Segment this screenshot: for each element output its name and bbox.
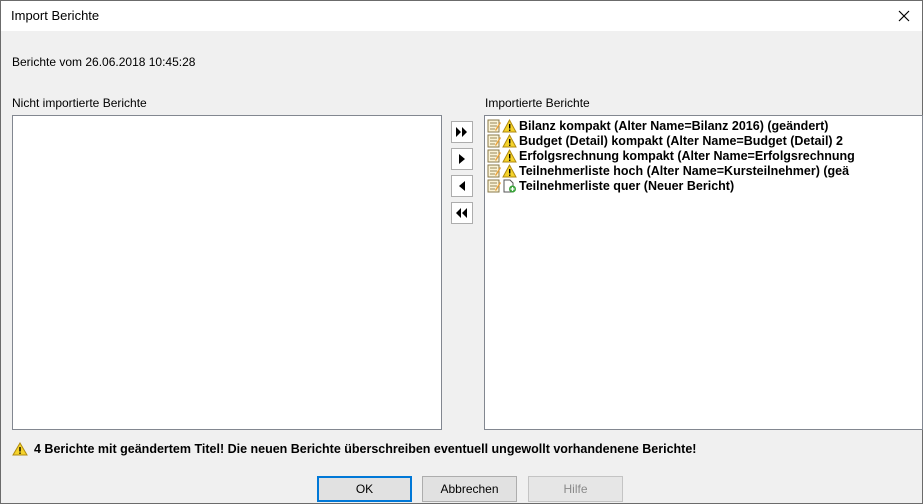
list-item-label: Erfolgsrechnung kompakt (Alter Name=Erfo… <box>519 148 855 163</box>
move-left-button[interactable] <box>451 175 473 197</box>
move-all-right-icon <box>456 127 467 137</box>
cancel-button[interactable]: Abbrechen <box>422 476 517 502</box>
import-dialog: Import Berichte Berichte vom 26.06.2018 … <box>0 0 923 504</box>
close-icon <box>898 10 910 22</box>
ok-button[interactable]: OK <box>317 476 412 502</box>
list-item[interactable]: Erfolgsrechnung kompakt (Alter Name=Erfo… <box>485 148 922 163</box>
warning-icon <box>502 133 517 147</box>
report-icon <box>487 119 501 132</box>
list-item[interactable]: Bilanz kompakt (Alter Name=Bilanz 2016) … <box>485 118 922 133</box>
list-item-label: Teilnehmerliste quer (Neuer Bericht) <box>519 178 735 193</box>
list-item-label: Teilnehmerliste hoch (Alter Name=Kurstei… <box>519 163 850 178</box>
report-icon <box>487 134 501 147</box>
move-left-icon <box>459 181 465 191</box>
title-bar: Import Berichte <box>1 1 922 31</box>
list-item-label: Budget (Detail) kompakt (Alter Name=Budg… <box>519 133 844 148</box>
warning-icon <box>502 148 517 162</box>
imported-label: Importierte Berichte <box>485 96 590 110</box>
report-icon <box>487 149 501 162</box>
warning-icon <box>12 442 28 456</box>
list-item[interactable]: Budget (Detail) kompakt (Alter Name=Budg… <box>485 133 922 148</box>
move-right-button[interactable] <box>451 148 473 170</box>
help-button[interactable]: Hilfe <box>528 476 623 502</box>
move-all-left-button[interactable] <box>451 202 473 224</box>
list-item[interactable]: Teilnehmerliste quer (Neuer Bericht) <box>485 178 922 193</box>
imported-list[interactable]: Bilanz kompakt (Alter Name=Bilanz 2016) … <box>484 115 923 430</box>
not-imported-label: Nicht importierte Berichte <box>12 96 147 110</box>
warning-text: 4 Berichte mit geändertem Titel! Die neu… <box>34 442 697 456</box>
move-all-left-icon <box>456 208 467 218</box>
move-all-right-button[interactable] <box>451 121 473 143</box>
report-icon <box>487 179 501 192</box>
close-button[interactable] <box>886 1 922 31</box>
warning-message: 4 Berichte mit geändertem Titel! Die neu… <box>12 442 696 456</box>
report-date-label: Berichte vom 26.06.2018 10:45:28 <box>12 55 196 69</box>
not-imported-list[interactable] <box>12 115 442 430</box>
new-document-icon <box>503 179 516 192</box>
move-right-icon <box>459 154 465 164</box>
report-icon <box>487 164 501 177</box>
warning-icon <box>502 163 517 177</box>
list-item[interactable]: Teilnehmerliste hoch (Alter Name=Kurstei… <box>485 163 922 178</box>
list-item-label: Bilanz kompakt (Alter Name=Bilanz 2016) … <box>519 118 829 133</box>
warning-icon <box>502 118 517 132</box>
window-title: Import Berichte <box>11 8 100 23</box>
